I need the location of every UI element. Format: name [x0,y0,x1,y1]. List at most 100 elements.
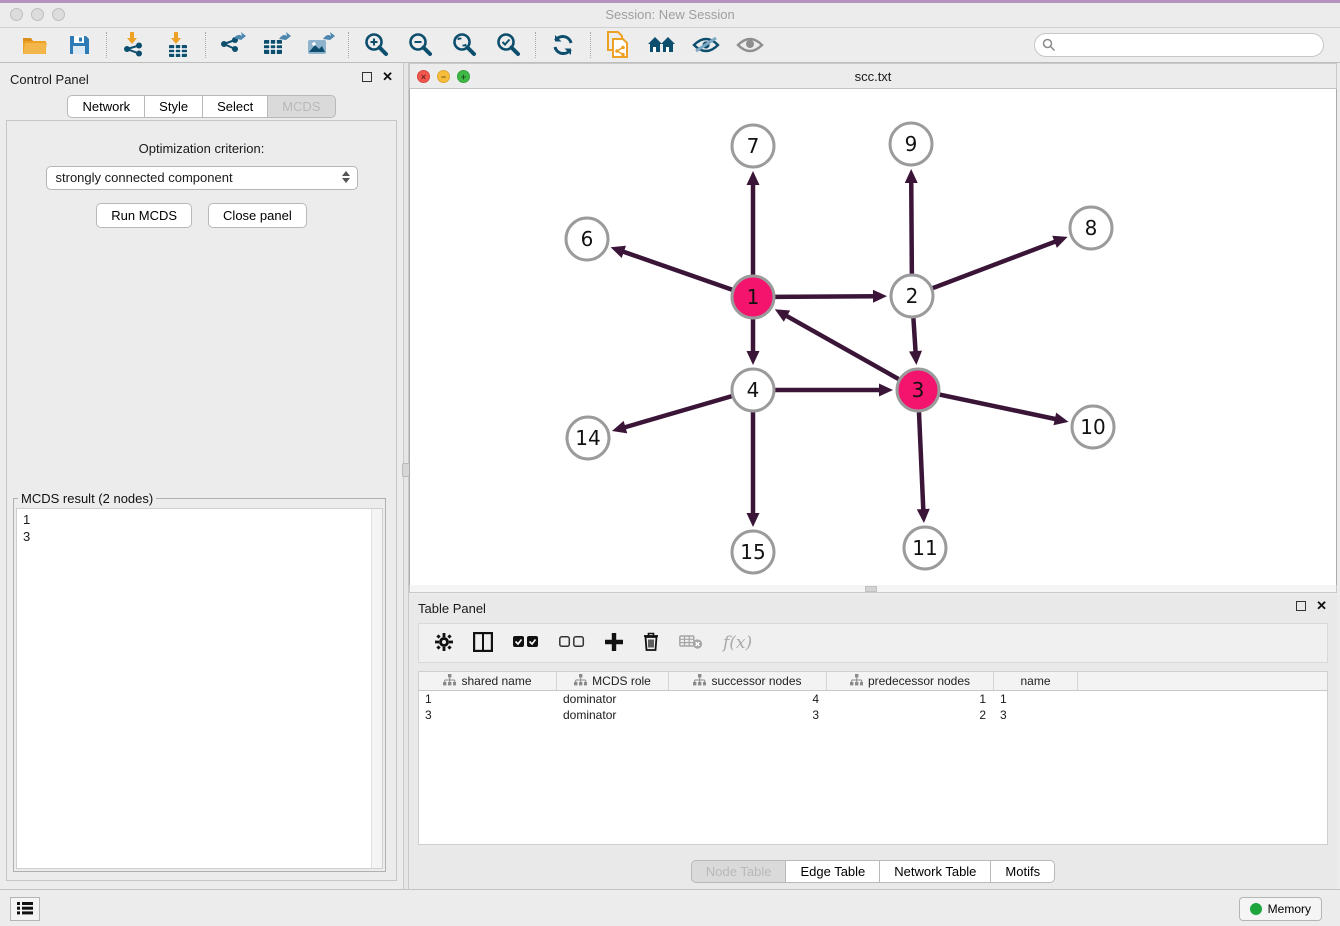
tab-edge-table[interactable]: Edge Table [786,860,880,883]
graph-node-15[interactable]: 15 [732,531,774,573]
float-panel-icon[interactable] [362,72,372,82]
control-panel-title: Control Panel [10,72,89,87]
graph-node-6[interactable]: 6 [566,218,608,260]
add-column-button[interactable] [605,633,623,654]
memory-button[interactable]: Memory [1239,897,1322,921]
graph-node-14[interactable]: 14 [567,417,609,459]
task-history-button[interactable] [10,897,40,921]
edge-3-10[interactable] [940,395,1059,420]
tab-style[interactable]: Style [145,95,203,118]
graph-node-8[interactable]: 8 [1070,207,1112,249]
graph-node-7[interactable]: 7 [732,125,774,167]
save-session-button[interactable] [64,31,94,59]
cell-name[interactable]: 3 [994,707,1078,723]
result-scrollbar[interactable] [371,509,382,868]
network-canvas[interactable]: 7 9 6 8 1 2 4 3 14 10 15 11 [409,89,1337,585]
edge-1-2[interactable] [775,296,877,297]
export-table-button[interactable] [262,31,292,59]
tab-network-table[interactable]: Network Table [880,860,991,883]
zoom-selected-button[interactable] [493,31,523,59]
optimization-criterion-select[interactable]: strongly connected component [46,166,358,190]
cell-shared-name[interactable]: 3 [419,707,557,723]
table-panel: Table Panel ✕ f(x) shared nameMCDS roles… [409,595,1337,889]
graph-node-1[interactable]: 1 [732,276,774,318]
edge-3-11[interactable] [919,412,923,513]
cell-predecessor-nodes[interactable]: 2 [827,707,994,723]
run-mcds-button[interactable]: Run MCDS [96,203,192,228]
close-panel-button[interactable]: Close panel [208,203,307,228]
delete-table-button[interactable] [679,634,703,653]
svg-text:3: 3 [912,378,925,402]
network-titlebar[interactable]: × − + scc.txt [409,63,1337,89]
edge-3-1[interactable] [783,314,898,379]
cell-MCDS-role[interactable]: dominator [557,691,669,707]
network-title: scc.txt [410,69,1336,84]
column-header-successor-nodes[interactable]: successor nodes [669,672,827,690]
graph-node-9[interactable]: 9 [890,123,932,165]
plus-icon [605,633,623,654]
export-network-button[interactable] [218,31,248,59]
zoom-out-button[interactable] [405,31,435,59]
tab-network[interactable]: Network [67,95,145,118]
hide-selected-button[interactable] [691,31,721,59]
mcds-tab-content: Optimization criterion: strongly connect… [6,120,397,881]
result-line: 3 [23,528,376,545]
node-table[interactable]: shared nameMCDS rolesuccessor nodesprede… [418,671,1328,845]
tab-node-table[interactable]: Node Table [691,860,787,883]
show-all-button[interactable] [735,31,765,59]
cell-MCDS-role[interactable]: dominator [557,707,669,723]
graph-node-4[interactable]: 4 [732,369,774,411]
cell-predecessor-nodes[interactable]: 1 [827,691,994,707]
open-session-button[interactable] [20,31,50,59]
gear-icon [435,633,453,654]
edge-2-3[interactable] [913,318,915,355]
graph-node-10[interactable]: 10 [1072,406,1114,448]
cell-name[interactable]: 1 [994,691,1078,707]
graph-node-2[interactable]: 2 [891,275,933,317]
edge-2-8[interactable] [933,240,1059,288]
table-settings-button[interactable] [435,633,453,654]
svg-text:7: 7 [747,134,760,158]
svg-text:8: 8 [1085,216,1098,240]
first-neighbors-button[interactable] [647,31,677,59]
table-row[interactable]: 1dominator411 [419,691,1327,707]
table-row[interactable]: 3dominator323 [419,707,1327,723]
column-header-predecessor-nodes[interactable]: predecessor nodes [827,672,994,690]
import-table-button[interactable] [163,31,193,59]
column-header-name[interactable]: name [994,672,1078,690]
export-image-button[interactable] [306,31,336,59]
graph-node-3[interactable]: 3 [897,369,939,411]
tab-motifs[interactable]: Motifs [991,860,1055,883]
cell-successor-nodes[interactable]: 3 [669,707,827,723]
column-header-shared-name[interactable]: shared name [419,672,557,690]
function-builder-button[interactable]: f(x) [723,633,752,653]
zoom-fit-button[interactable] [449,31,479,59]
select-all-rows-button[interactable] [513,636,539,651]
edge-1-6[interactable] [620,251,732,290]
edge-2-9[interactable] [911,179,912,274]
new-network-from-selection-button[interactable] [603,31,633,59]
network-scrollbar[interactable] [409,585,1337,593]
zoom-in-button[interactable] [361,31,391,59]
close-table-panel-icon[interactable]: ✕ [1316,601,1327,611]
edge-4-14[interactable] [622,396,732,428]
search-input[interactable] [1034,33,1324,57]
arrowhead-icon [747,171,760,185]
column-panel-button[interactable] [473,632,493,655]
deselect-all-rows-button[interactable] [559,636,585,651]
arrowhead-icon [879,384,893,397]
close-panel-icon[interactable]: ✕ [382,72,393,82]
float-table-panel-icon[interactable] [1296,601,1306,611]
tab-mcds[interactable]: MCDS [268,95,335,118]
refresh-view-button[interactable] [548,31,578,59]
import-network-button[interactable] [119,31,149,59]
mcds-result-list[interactable]: 13 [16,508,383,869]
column-header-MCDS-role[interactable]: MCDS role [557,672,669,690]
graph-node-11[interactable]: 11 [904,527,946,569]
tab-select[interactable]: Select [203,95,268,118]
delete-columns-button[interactable] [643,632,659,654]
cell-shared-name[interactable]: 1 [419,691,557,707]
network-scrollbar-thumb[interactable] [865,586,877,592]
cell-successor-nodes[interactable]: 4 [669,691,827,707]
selected-option-label: strongly connected component [56,170,233,185]
